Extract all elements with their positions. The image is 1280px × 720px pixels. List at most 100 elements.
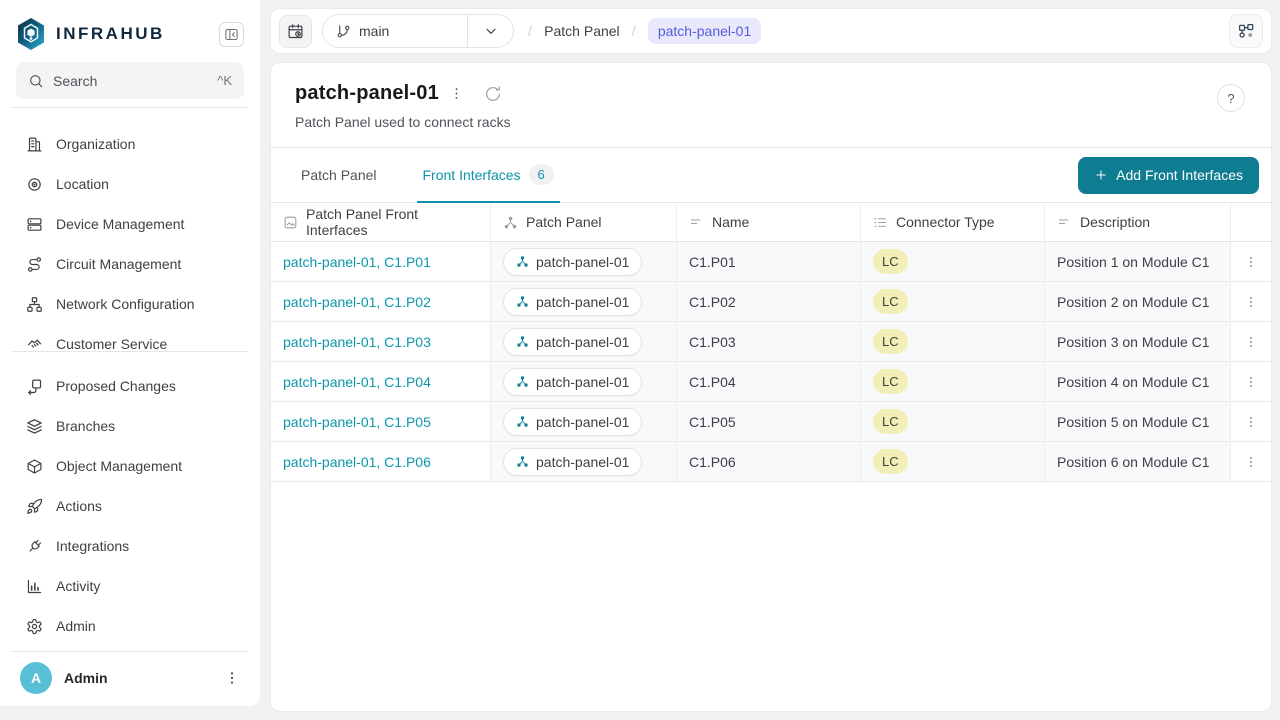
logo-row: INFRAHUB bbox=[16, 14, 244, 54]
user-menu-button[interactable] bbox=[224, 670, 240, 686]
front-interface-link[interactable]: patch-panel-01, C1.P03 bbox=[283, 334, 431, 350]
front-interface-link[interactable]: patch-panel-01, C1.P02 bbox=[283, 294, 431, 310]
git-branch-icon bbox=[336, 24, 351, 39]
patch-panel-pill[interactable]: patch-panel-01 bbox=[503, 288, 642, 316]
sidebar-item-circuit-management[interactable]: Circuit Management bbox=[16, 244, 244, 284]
patch-panel-pill[interactable]: patch-panel-01 bbox=[503, 408, 642, 436]
sidebar-item-label: Customer Service bbox=[56, 336, 167, 351]
layers-icon bbox=[26, 418, 43, 435]
sidebar-item-device-management[interactable]: Device Management bbox=[16, 204, 244, 244]
sidebar-item-object-management[interactable]: Object Management bbox=[16, 446, 244, 486]
panel-collapse-icon bbox=[224, 27, 239, 42]
sidebar-item-location[interactable]: Location bbox=[16, 164, 244, 204]
sidebar-item-label: Organization bbox=[56, 136, 135, 152]
front-interface-link[interactable]: patch-panel-01, C1.P06 bbox=[283, 454, 431, 470]
column-header-name: Name bbox=[677, 203, 861, 241]
locate-icon bbox=[26, 176, 43, 193]
building-icon bbox=[26, 136, 43, 153]
connector-type-badge: LC bbox=[873, 249, 908, 274]
sidebar-item-label: Circuit Management bbox=[56, 256, 181, 272]
front-interfaces-table: Patch Panel Front Interfaces Patch Panel… bbox=[271, 203, 1271, 711]
cube-icon bbox=[26, 458, 43, 475]
hierarchy-icon bbox=[516, 295, 529, 308]
sidebar-item-activity[interactable]: Activity bbox=[16, 566, 244, 606]
table-row: patch-panel-01, C1.P01 patch-panel-01 C1… bbox=[271, 242, 1271, 282]
table-row: patch-panel-01, C1.P06 patch-panel-01 C1… bbox=[271, 442, 1271, 482]
refresh-button[interactable] bbox=[482, 83, 504, 105]
sidebar-item-branches[interactable]: Branches bbox=[16, 406, 244, 446]
name-cell: C1.P01 bbox=[677, 242, 861, 281]
bar-chart-icon bbox=[26, 578, 43, 595]
infrahub-logo-icon bbox=[16, 17, 46, 51]
row-menu-button[interactable] bbox=[1240, 251, 1262, 273]
refresh-icon bbox=[484, 85, 502, 103]
help-button[interactable]: ? bbox=[1217, 84, 1245, 112]
row-menu-button[interactable] bbox=[1240, 371, 1262, 393]
connector-type-badge: LC bbox=[873, 329, 908, 354]
name-cell: C1.P04 bbox=[677, 362, 861, 401]
tab-patch-panel[interactable]: Patch Panel bbox=[295, 148, 383, 203]
connector-type-badge: LC bbox=[873, 409, 908, 434]
sidebar-item-label: Location bbox=[56, 176, 109, 192]
search-input[interactable]: Search ^K bbox=[16, 62, 244, 99]
description-cell: Position 3 on Module C1 bbox=[1045, 322, 1231, 361]
plug-icon bbox=[26, 538, 43, 555]
front-interface-link[interactable]: patch-panel-01, C1.P04 bbox=[283, 374, 431, 390]
column-header-patch-panel: Patch Panel bbox=[491, 203, 677, 241]
tab-label: Front Interfaces bbox=[423, 167, 521, 183]
branch-selector[interactable]: main bbox=[322, 14, 514, 48]
breadcrumb-separator: / bbox=[628, 23, 640, 40]
patch-panel-pill[interactable]: patch-panel-01 bbox=[503, 248, 642, 276]
column-header-front-interfaces: Patch Panel Front Interfaces bbox=[271, 203, 491, 241]
object-menu-button[interactable] bbox=[447, 84, 466, 103]
connector-type-badge: LC bbox=[873, 289, 908, 314]
tab-front-interfaces[interactable]: Front Interfaces 6 bbox=[417, 148, 560, 203]
sidebar-collapse-button[interactable] bbox=[219, 22, 244, 47]
user-name: Admin bbox=[64, 670, 108, 686]
column-header-connector-type: Connector Type bbox=[861, 203, 1045, 241]
kebab-icon bbox=[449, 86, 464, 101]
kebab-icon bbox=[1244, 415, 1258, 429]
tab-count-badge: 6 bbox=[529, 164, 554, 185]
add-front-interfaces-button[interactable]: Add Front Interfaces bbox=[1078, 157, 1259, 194]
breadcrumb-item-current[interactable]: patch-panel-01 bbox=[648, 18, 761, 44]
front-interface-link[interactable]: patch-panel-01, C1.P05 bbox=[283, 414, 431, 430]
chevron-down-icon bbox=[468, 23, 513, 39]
sidebar-item-proposed-changes[interactable]: Proposed Changes bbox=[16, 366, 244, 406]
page-subtitle: Patch Panel used to connect racks bbox=[295, 114, 1247, 130]
row-menu-button[interactable] bbox=[1240, 451, 1262, 473]
connector-type-badge: LC bbox=[873, 369, 908, 394]
rocket-icon bbox=[26, 498, 43, 515]
breadcrumb-separator: / bbox=[524, 23, 536, 40]
main-column: main / Patch Panel / patch-panel-01 patc… bbox=[260, 0, 1280, 720]
text-icon bbox=[1057, 215, 1072, 230]
patch-panel-pill[interactable]: patch-panel-01 bbox=[503, 328, 642, 356]
sidebar-item-label: Network Configuration bbox=[56, 296, 195, 312]
row-menu-button[interactable] bbox=[1240, 291, 1262, 313]
sidebar-item-label: Device Management bbox=[56, 216, 184, 232]
row-menu-button[interactable] bbox=[1240, 331, 1262, 353]
sidebar-item-integrations[interactable]: Integrations bbox=[16, 526, 244, 566]
sidebar-item-actions[interactable]: Actions bbox=[16, 486, 244, 526]
time-travel-button[interactable] bbox=[279, 15, 312, 48]
schema-visualizer-button[interactable] bbox=[1229, 14, 1263, 48]
patch-panel-pill[interactable]: patch-panel-01 bbox=[503, 448, 642, 476]
sidebar-item-organization[interactable]: Organization bbox=[16, 124, 244, 164]
name-cell: C1.P02 bbox=[677, 282, 861, 321]
sidebar-item-label: Integrations bbox=[56, 538, 129, 554]
column-header-actions bbox=[1231, 203, 1271, 241]
front-interface-link[interactable]: patch-panel-01, C1.P01 bbox=[283, 254, 431, 270]
patch-panel-pill[interactable]: patch-panel-01 bbox=[503, 368, 642, 396]
sidebar-item-admin[interactable]: Admin bbox=[16, 606, 244, 646]
schema-icon bbox=[1237, 22, 1255, 40]
sidebar-item-network-configuration[interactable]: Network Configuration bbox=[16, 284, 244, 324]
connector-type-badge: LC bbox=[873, 449, 908, 474]
sidebar-item-customer-service[interactable]: Customer Service bbox=[16, 324, 244, 351]
name-cell: C1.P05 bbox=[677, 402, 861, 441]
row-menu-button[interactable] bbox=[1240, 411, 1262, 433]
hierarchy-icon bbox=[516, 335, 529, 348]
page-header: patch-panel-01 Patch Panel used to conne… bbox=[271, 63, 1271, 148]
breadcrumb-item-patch-panel[interactable]: Patch Panel bbox=[544, 23, 620, 39]
kebab-icon bbox=[1244, 375, 1258, 389]
avatar: A bbox=[20, 662, 52, 694]
